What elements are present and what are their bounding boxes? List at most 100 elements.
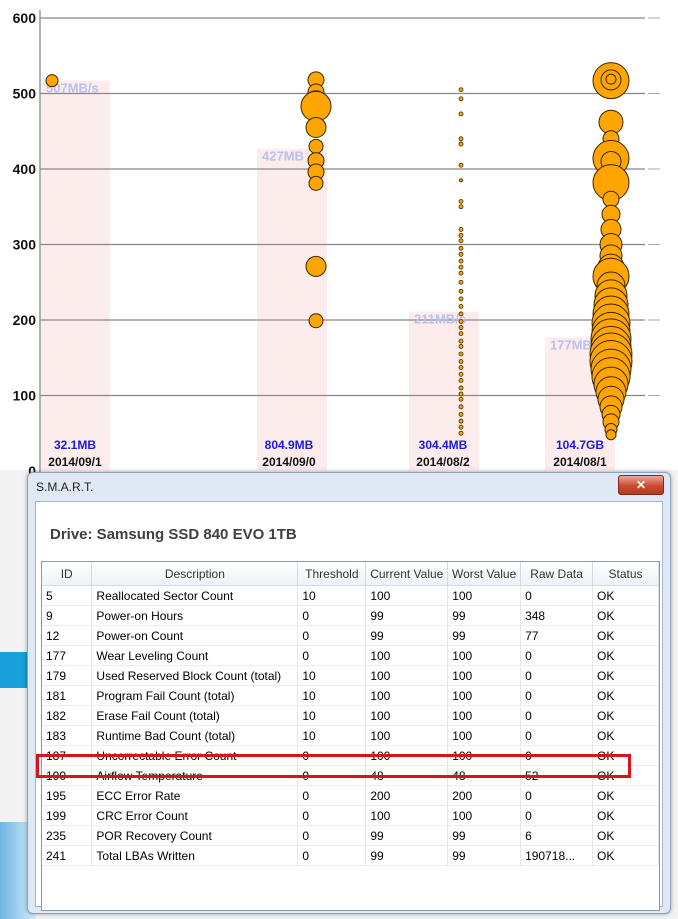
table-row[interactable]: 5 Reallocated Sector Count 10 100 100 0 OK xyxy=(42,585,659,606)
data-point xyxy=(458,404,464,410)
data-point xyxy=(458,331,464,336)
table-row[interactable]: 195 ECC Error Rate 0 200 200 0 OK xyxy=(42,785,659,806)
data-point xyxy=(458,238,464,244)
table-cell: 190718... xyxy=(520,845,594,866)
highlight-box-airflow-temperature xyxy=(36,754,631,778)
close-button[interactable]: ✕ xyxy=(618,475,664,495)
data-point xyxy=(458,338,464,344)
benchmark-bubble-chart: 0100200300400500600507MB/s427MB211MB/s17… xyxy=(13,10,660,475)
table-cell: ECC Error Rate xyxy=(91,785,299,806)
table-cell: 179 xyxy=(42,665,93,686)
table-cell: 100 xyxy=(447,665,522,686)
table-cell: Used Reserved Block Count (total) xyxy=(91,665,299,686)
y-tick-label: 300 xyxy=(13,237,37,253)
table-row[interactable]: 9 Power-on Hours 0 99 99 348 OK xyxy=(42,605,659,626)
table-cell: 100 xyxy=(365,705,449,726)
size-label: 304.4MB xyxy=(419,438,468,452)
smart-table: ID Description Threshold Current Value Worst… xyxy=(42,562,659,866)
table-row[interactable]: 235 POR Recovery Count 0 99 99 6 OK xyxy=(42,825,659,846)
table-cell: 99 xyxy=(447,845,522,866)
table-cell: OK xyxy=(592,585,659,606)
data-point xyxy=(458,204,464,210)
table-row[interactable]: 199 CRC Error Count 0 100 100 0 OK xyxy=(42,805,659,826)
table-row[interactable]: 12 Power-on Count 0 99 99 77 OK xyxy=(42,625,659,646)
table-cell: 0 xyxy=(297,785,367,806)
table-row[interactable]: 179 Used Reserved Block Count (total) 10 10… xyxy=(42,665,659,686)
data-point xyxy=(458,162,464,168)
data-point xyxy=(605,73,617,85)
close-x-icon: ✕ xyxy=(635,478,647,492)
data-point xyxy=(458,111,464,117)
data-point xyxy=(308,313,324,329)
column-header-id[interactable]: ID xyxy=(42,562,93,586)
table-body: 5 Reallocated Sector Count 10 100 100 0 OK 9 Pow… xyxy=(42,585,659,866)
table-cell: 100 xyxy=(365,645,449,666)
column-header-threshold[interactable]: Threshold xyxy=(297,562,367,586)
data-point xyxy=(458,344,464,349)
table-cell: 241 xyxy=(42,845,93,866)
table-cell: 100 xyxy=(447,705,522,726)
table-cell: 0 xyxy=(520,665,594,686)
table-cell: OK xyxy=(592,645,659,666)
speed-label: 177MB xyxy=(550,337,592,352)
speed-bar xyxy=(257,148,327,472)
date-label: 2014/09/0 xyxy=(262,455,316,469)
y-tick-label: 400 xyxy=(13,161,37,177)
table-header-row: ID Description Threshold Current Value Worst… xyxy=(42,562,659,586)
data-point xyxy=(458,325,464,330)
table-row[interactable]: 181 Program Fail Count (total) 10 100 100 0 OK xyxy=(42,685,659,706)
table-row[interactable]: 241 Total LBAs Written 0 99 99 190718... OK xyxy=(42,845,659,866)
table-row[interactable]: 183 Runtime Bad Count (total) 10 100 100 0 OK xyxy=(42,725,659,746)
data-point xyxy=(458,371,464,377)
table-cell: 99 xyxy=(447,605,522,626)
table-row[interactable]: 182 Erase Fail Count (total) 10 100 100 0 OK xyxy=(42,705,659,726)
y-tick-label: 600 xyxy=(13,10,37,26)
table-cell: Total LBAs Written xyxy=(91,845,299,866)
table-cell: Wear Leveling Count xyxy=(91,645,299,666)
table-cell: OK xyxy=(592,705,659,726)
table-row[interactable]: 177 Wear Leveling Count 0 100 100 0 OK xyxy=(42,645,659,666)
size-label: 32.1MB xyxy=(54,438,96,452)
table-cell: 0 xyxy=(297,605,367,626)
smart-window[interactable]: S.M.A.R.T. ✕ Drive: Samsung SSD 840 EVO … xyxy=(27,472,671,914)
column-header-status[interactable]: Status xyxy=(592,562,659,586)
data-point xyxy=(458,270,464,276)
data-point xyxy=(458,430,464,436)
data-point xyxy=(458,279,464,285)
table-cell: 100 xyxy=(365,805,449,826)
table-cell: 0 xyxy=(520,785,594,806)
table-cell: OK xyxy=(592,685,659,706)
data-point xyxy=(458,141,464,147)
data-point xyxy=(458,411,464,417)
smart-attribute-grid[interactable]: ID Description Threshold Current Value Worst… xyxy=(41,561,660,911)
table-cell: 12 xyxy=(42,625,93,646)
table-cell: 10 xyxy=(297,705,367,726)
table-cell: 100 xyxy=(447,585,522,606)
data-point xyxy=(458,258,464,264)
data-point xyxy=(458,377,464,383)
table-cell: 9 xyxy=(42,605,93,626)
column-header-raw-data[interactable]: Raw Data xyxy=(520,562,594,586)
table-cell: 100 xyxy=(365,725,449,746)
column-header-description[interactable]: Description xyxy=(91,562,299,586)
table-cell: Reallocated Sector Count xyxy=(91,585,299,606)
table-cell: 183 xyxy=(42,725,93,746)
table-cell: OK xyxy=(592,845,659,866)
table-cell: OK xyxy=(592,605,659,626)
table-cell: 100 xyxy=(365,585,449,606)
table-cell: 100 xyxy=(447,725,522,746)
data-point xyxy=(305,116,327,138)
size-label: 804.9MB xyxy=(265,438,314,452)
table-cell: 10 xyxy=(297,725,367,746)
drive-title: Drive: Samsung SSD 840 EVO 1TB xyxy=(50,526,297,543)
y-tick-label: 500 xyxy=(13,86,37,102)
data-point xyxy=(458,351,464,357)
table-cell: 0 xyxy=(520,725,594,746)
column-header-worst-value[interactable]: Worst Value xyxy=(447,562,522,586)
y-tick-label: 200 xyxy=(13,312,37,328)
y-tick-label: 100 xyxy=(13,388,37,404)
data-point xyxy=(459,178,463,183)
column-header-current-value[interactable]: Current Value xyxy=(365,562,449,586)
table-cell: OK xyxy=(592,825,659,846)
table-cell: 200 xyxy=(365,785,449,806)
